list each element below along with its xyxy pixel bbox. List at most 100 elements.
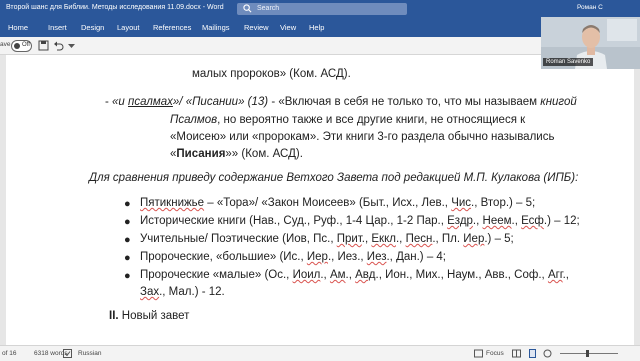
- text-span: Иоил: [292, 269, 321, 281]
- bullet-icon: ●: [124, 216, 131, 228]
- undo-icon[interactable]: [53, 40, 64, 51]
- text-span: Еккл: [371, 233, 396, 245]
- text-span: .,: [511, 215, 522, 227]
- title-bar: Второй шанс для Библии. Методы исследова…: [0, 0, 640, 17]
- text-span: «и: [112, 96, 129, 108]
- text-span: Чис: [451, 197, 472, 209]
- text-span: Иер: [306, 251, 328, 263]
- text-span: ., Мал.) - 12.: [159, 286, 225, 298]
- tab-help[interactable]: Help: [309, 23, 324, 32]
- text-span: .,: [361, 233, 372, 245]
- presenter-name: Roman Savenko: [543, 58, 594, 66]
- text-span: Иез: [366, 251, 387, 263]
- autosave-toggle[interactable]: Off: [11, 40, 32, 52]
- text-span: ., Ион., Мих., Наум., Авв., Соф.,: [375, 269, 548, 281]
- text-span: Ездр: [447, 215, 473, 227]
- bullet-icon: ●: [124, 270, 131, 282]
- tab-mailings[interactable]: Mailings: [202, 23, 230, 32]
- text-span: Неем: [482, 215, 512, 227]
- list-item-continuation: Зах., Мал.) - 12.: [140, 286, 225, 298]
- text-span: ., Дан.) – 4;: [386, 251, 447, 263]
- language-indicator[interactable]: Russian: [78, 350, 101, 357]
- text-span: Прит: [336, 233, 362, 245]
- text-span: .,: [472, 215, 483, 227]
- text-span: Новый завет: [118, 310, 190, 322]
- text-line: Для сравнения приведу содержание Ветхого…: [89, 172, 579, 184]
- text-span: Писания: [176, 148, 226, 160]
- proofing-icon[interactable]: [63, 349, 72, 358]
- text-span: Песн: [405, 233, 433, 245]
- text-span: .) – 12;: [543, 215, 580, 227]
- autosave-label: ave: [0, 41, 11, 48]
- text-span: Ам: [329, 269, 346, 281]
- text-line: «Моисею» или «пророкам». Эти книги 3-го …: [170, 131, 555, 143]
- search-placeholder: Search: [257, 5, 280, 12]
- list-item: Исторические книги (Нав., Суд., Руф., 1-…: [140, 215, 580, 227]
- zoom-slider[interactable]: [560, 353, 618, 354]
- search-box[interactable]: Search: [237, 3, 407, 15]
- zoom-slider-handle[interactable]: [586, 350, 589, 357]
- text-span: - «Включая в себя не только то, что мы н…: [268, 96, 541, 108]
- text-span: – «Тора»/ «Закон Моисеев» (Быт., Исх., Л…: [204, 197, 452, 209]
- text-span: Учительные/ Поэтические (Иов, Пс.,: [140, 233, 337, 245]
- web-layout-icon[interactable]: [543, 349, 552, 358]
- list-item: Учительные/ Поэтические (Иов, Пс., Прит.…: [140, 233, 514, 245]
- tab-home[interactable]: Home: [8, 23, 28, 32]
- list-item: Пятикнижье – «Тора»/ «Закон Моисеев» (Бы…: [140, 197, 535, 209]
- text-line: малых пророков» (Ком. АСД).: [192, 68, 351, 80]
- list-item: Пророческие, «большие» (Ис., Иер., Иез.,…: [140, 251, 446, 263]
- text-span: .,: [562, 269, 569, 281]
- window-title: Второй шанс для Библии. Методы исследова…: [6, 4, 224, 11]
- text-span: Исторические книги (Нав., Суд., Руф., 1-…: [140, 215, 448, 227]
- tab-insert[interactable]: Insert: [48, 23, 67, 32]
- toggle-knob: [14, 43, 20, 49]
- tab-view[interactable]: View: [280, 23, 296, 32]
- text-span: , но вероятно также и все другие книги, …: [217, 114, 526, 126]
- text-span: »/ «Писании» (13): [172, 96, 269, 108]
- text-span: ., Втор.) – 5;: [471, 197, 536, 209]
- autosave-state: Off: [22, 42, 30, 48]
- focus-icon[interactable]: [474, 349, 483, 358]
- text-line: Псалмов, но вероятно также и все другие …: [170, 114, 525, 126]
- tab-design[interactable]: Design: [81, 23, 104, 32]
- read-mode-icon[interactable]: [512, 349, 521, 358]
- text-span: Авд: [355, 269, 376, 281]
- tab-references[interactable]: References: [153, 23, 191, 32]
- text-span: Иер: [463, 233, 485, 245]
- text-span: -: [105, 96, 113, 108]
- webcam-video: Roman Savenko: [541, 17, 640, 69]
- text-span: Пророческие «малые» (Ос.,: [140, 269, 293, 281]
- text-span: ., Иез.,: [327, 251, 367, 263]
- print-layout-icon[interactable]: [528, 349, 537, 358]
- user-name[interactable]: Роман С: [577, 4, 603, 11]
- bullet-icon: ●: [124, 198, 131, 210]
- save-icon[interactable]: [38, 40, 49, 51]
- document-page[interactable]: малых пророков» (Ком. АСД). - «и псалмах…: [6, 55, 634, 345]
- document-workspace: малых пророков» (Ком. АСД). - «и псалмах…: [0, 55, 640, 345]
- text-span: »» (Ком. АСД).: [225, 148, 303, 160]
- text-span: .,: [345, 269, 356, 281]
- text-span: Агг: [547, 269, 563, 281]
- status-bar: of 16 6318 words Russian Focus: [0, 345, 640, 361]
- search-icon: [243, 4, 252, 13]
- text-span: ., Пл.: [432, 233, 464, 245]
- text-span: Пятикнижье: [140, 197, 205, 209]
- focus-button[interactable]: Focus: [486, 350, 504, 357]
- text-span: псалмах: [128, 96, 173, 108]
- text-span: Пророческие, «большие» (Ис.,: [140, 251, 307, 263]
- dropdown-arrow-icon[interactable]: [66, 40, 77, 51]
- text-span: II.: [109, 310, 119, 322]
- text-span: Зах: [140, 286, 160, 298]
- text-span: .,: [320, 269, 330, 281]
- text-line: «Писания»» (Ком. АСД).: [170, 148, 303, 160]
- bullet-icon: ●: [124, 234, 131, 246]
- text-span: книгой: [540, 96, 577, 108]
- text-span: .,: [395, 233, 406, 245]
- tab-layout[interactable]: Layout: [117, 23, 140, 32]
- bullet-icon: ●: [124, 252, 131, 264]
- text-span: Псалмов: [170, 114, 218, 126]
- text-line: - «и псалмах»/ «Писании» (13) - «Включая…: [105, 96, 577, 108]
- section-heading: II. Новый завет: [109, 310, 189, 322]
- page-count[interactable]: of 16: [2, 350, 16, 357]
- tab-review[interactable]: Review: [244, 23, 269, 32]
